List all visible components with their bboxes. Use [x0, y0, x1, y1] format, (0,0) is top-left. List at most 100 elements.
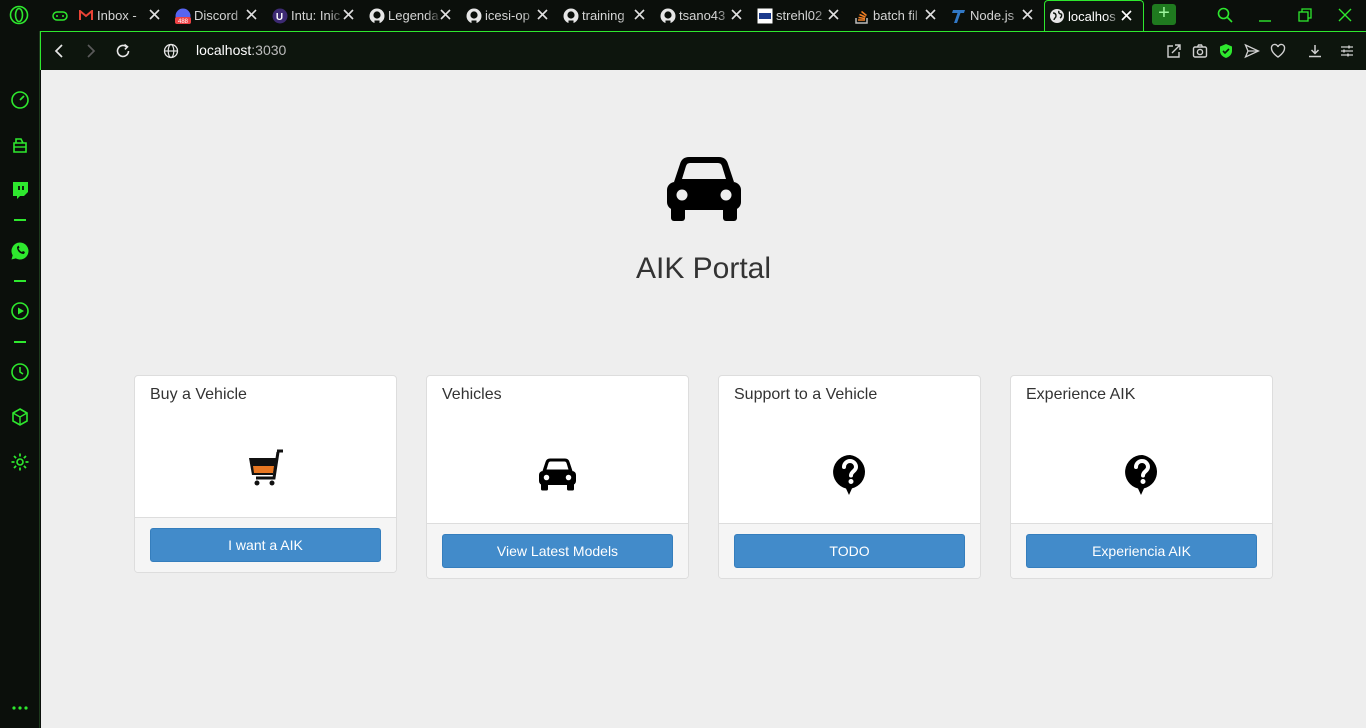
minimize-icon[interactable]	[1257, 7, 1273, 23]
tab-github-training[interactable]: training	[559, 0, 656, 31]
more-icon[interactable]	[10, 698, 30, 718]
close-icon[interactable]	[1021, 8, 1034, 21]
download-icon[interactable]	[1307, 43, 1323, 59]
tab-discord[interactable]: 488 Discord	[171, 0, 268, 31]
tab-title: tsano43	[679, 8, 726, 23]
speed-dial-icon[interactable]	[10, 90, 30, 110]
whatsapp-icon[interactable]	[10, 241, 30, 261]
tab-gmail[interactable]: Inbox -	[74, 0, 171, 31]
close-icon[interactable]	[633, 8, 646, 21]
card-title: Experience AIK	[1026, 386, 1136, 403]
tab-title: Legenda	[388, 8, 439, 23]
send-icon[interactable]	[1244, 43, 1260, 59]
close-icon[interactable]	[1120, 9, 1133, 22]
card-footer: Experiencia AIK	[1011, 523, 1272, 578]
sidebar-separator	[14, 280, 26, 282]
tab-stackoverflow[interactable]: batch fil	[850, 0, 947, 31]
tab-title: Discord	[194, 8, 239, 23]
view-latest-models-button[interactable]: View Latest Models	[442, 534, 673, 568]
player-icon[interactable]	[10, 301, 30, 321]
tab-strip: Inbox - 488 Discord U Intu: Inic Legenda	[0, 0, 1366, 31]
card-title: Vehicles	[442, 386, 502, 403]
tab-title: Intu: Inic	[291, 8, 341, 23]
restore-icon[interactable]	[1297, 7, 1313, 23]
workspace-icon[interactable]	[10, 135, 30, 155]
share-icon[interactable]	[1166, 43, 1182, 59]
tab-strehl[interactable]: strehl02	[753, 0, 850, 31]
stackoverflow-icon	[854, 8, 870, 24]
close-icon[interactable]	[439, 8, 452, 21]
tab-github-legenda[interactable]: Legenda	[365, 0, 462, 31]
extensions-cube-icon[interactable]	[10, 407, 30, 427]
reload-icon[interactable]	[115, 43, 131, 59]
url-port: :3030	[251, 42, 287, 58]
tab-localhost[interactable]: localhos	[1044, 0, 1144, 31]
tab-title: Inbox -	[97, 8, 137, 23]
close-icon[interactable]	[730, 8, 743, 21]
new-tab-button[interactable]: +	[1152, 3, 1176, 25]
url-host: localhost	[196, 42, 252, 58]
github-icon	[563, 8, 579, 24]
shopping-cart-icon	[248, 449, 283, 486]
card-title: Support to a Vehicle	[734, 386, 878, 403]
tab-gamepad[interactable]	[42, 0, 74, 31]
gmail-icon	[78, 8, 94, 24]
github-icon	[660, 8, 676, 24]
tab-title: Node.js	[970, 8, 1015, 23]
tab-title: icesi-op	[485, 8, 530, 23]
card-experience-aik: Experience AIK Experiencia AIK	[1010, 375, 1273, 579]
typescript-icon	[951, 8, 967, 24]
page-content: AIK Portal Buy a Vehicle I want a AIK Ve…	[41, 70, 1366, 728]
twitch-icon[interactable]	[10, 180, 30, 200]
settings-gear-icon[interactable]	[10, 452, 30, 472]
card-footer: I want a AIK	[135, 517, 396, 572]
intu-icon: U	[272, 8, 288, 24]
card-title: Buy a Vehicle	[150, 386, 247, 403]
car-icon	[667, 157, 741, 221]
tab-nodejs[interactable]: Node.js	[947, 0, 1044, 31]
easy-setup-icon[interactable]	[1339, 43, 1355, 59]
i-want-a-aik-button[interactable]: I want a AIK	[150, 528, 381, 562]
close-icon[interactable]	[924, 8, 937, 21]
forward-icon[interactable]	[83, 43, 99, 59]
sidebar-separator	[14, 219, 26, 221]
experiencia-aik-button[interactable]: Experiencia AIK	[1026, 534, 1257, 568]
site-info-globe-icon[interactable]	[163, 43, 179, 59]
tab-title: strehl02	[776, 8, 823, 23]
vpn-shield-icon[interactable]	[1218, 43, 1234, 59]
card-footer: TODO	[719, 523, 980, 578]
tab-title: batch fil	[873, 8, 918, 23]
tab-title: training	[582, 8, 625, 23]
page-title: AIK Portal	[635, 252, 772, 285]
close-icon[interactable]	[536, 8, 549, 21]
card-vehicles: Vehicles View Latest Models	[426, 375, 689, 579]
close-icon[interactable]	[342, 8, 355, 21]
search-tabs-icon[interactable]	[1217, 7, 1233, 23]
close-icon[interactable]	[148, 8, 161, 21]
close-icon[interactable]	[827, 8, 840, 21]
discord-icon: 488	[175, 8, 191, 24]
camera-icon[interactable]	[1192, 43, 1208, 59]
tab-github-tsano[interactable]: tsano43	[656, 0, 753, 31]
url-field[interactable]: localhost:3030	[196, 42, 286, 58]
site-icon	[757, 8, 773, 24]
todo-button[interactable]: TODO	[734, 534, 965, 568]
svg-text:U: U	[276, 12, 283, 23]
card-support-vehicle: Support to a Vehicle TODO	[718, 375, 981, 579]
close-window-icon[interactable]	[1337, 7, 1353, 23]
github-icon	[369, 8, 385, 24]
history-icon[interactable]	[10, 362, 30, 382]
discord-badge: 488	[178, 19, 189, 24]
question-bubble-icon	[1124, 455, 1157, 495]
back-icon[interactable]	[51, 43, 67, 59]
sidebar-separator	[14, 341, 26, 343]
globe-icon	[1049, 8, 1065, 24]
close-icon[interactable]	[245, 8, 258, 21]
tab-intu[interactable]: U Intu: Inic	[268, 0, 365, 31]
opera-logo-icon[interactable]	[9, 5, 29, 25]
question-bubble-icon	[832, 455, 865, 495]
card-footer: View Latest Models	[427, 523, 688, 578]
sidebar	[0, 31, 40, 728]
tab-github-icesi[interactable]: icesi-op	[462, 0, 559, 31]
heart-icon[interactable]	[1270, 43, 1286, 59]
